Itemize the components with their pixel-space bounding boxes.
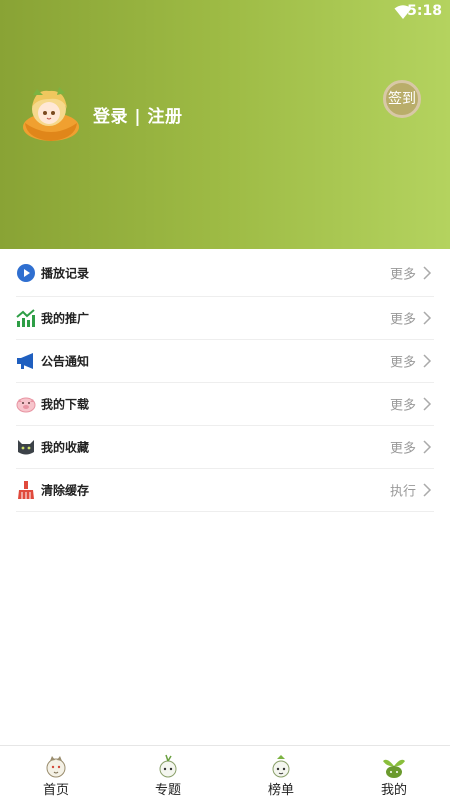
menu-item-label: 清除缓存 [41,483,90,498]
topic-mascot-icon [159,754,177,778]
menu-item-clear-cache[interactable]: 清除缓存 执行 [16,469,434,512]
chevron-right-icon [423,265,432,280]
menu-item-action[interactable]: 更多 [390,309,416,328]
menu-item-action[interactable]: 更多 [390,395,416,414]
avatar[interactable] [19,83,83,143]
menu-item-action[interactable]: 更多 [390,438,416,457]
menu-item-favorites[interactable]: 我的收藏 更多 [16,426,434,469]
status-bar: 5:18 [0,0,450,24]
chevron-right-icon [423,440,432,454]
chevron-right-icon [423,354,432,368]
menu-item-my-promotion[interactable]: 我的推广 更多 [16,297,434,340]
sprout-icon [383,759,405,778]
menu-item-label: 我的下载 [41,397,90,412]
cat-icon [18,440,34,455]
menu-item-action[interactable]: 更多 [390,352,416,371]
tab-label: 专题 [154,783,181,798]
tab-label: 榜单 [267,783,294,798]
broom-icon [18,481,34,499]
tab-topics[interactable]: 专题 [112,746,224,801]
menu-item-announcements[interactable]: 公告通知 更多 [16,340,434,383]
pig-icon [16,397,36,413]
profile-header: 5:18 登录 | 注册 签到 [0,0,450,249]
menu-item-label: 公告通知 [41,354,90,369]
menu-item-action[interactable]: 执行 [390,481,416,500]
menu-list: 播放记录 更多 我的推广 更多 公告通知 更多 我的下载 更多 我的收藏 更多 … [0,249,450,512]
tab-ranking[interactable]: 榜单 [225,746,337,801]
menu-item-label: 我的收藏 [41,440,90,455]
menu-item-label: 播放记录 [41,266,90,280]
tab-home[interactable]: 首页 [0,746,112,801]
chevron-right-icon [423,483,432,497]
tab-label: 首页 [42,783,69,798]
menu-item-downloads[interactable]: 我的下载 更多 [16,383,434,426]
chevron-right-icon [423,397,432,411]
home-mascot-icon [46,756,66,778]
menu-item-action[interactable]: 更多 [390,263,416,282]
ranking-mascot-icon [272,755,290,778]
megaphone-icon [17,353,33,369]
bottom-tab-bar: 首页 专题 榜单 我的 [0,745,450,801]
menu-item-label: 我的推广 [41,311,90,326]
tab-label: 我的 [380,783,407,798]
play-icon [17,263,35,282]
chart-icon [16,309,35,327]
checkin-button[interactable]: 签到 [383,80,421,118]
login-register-link[interactable]: 登录 | 注册 [93,102,183,127]
chevron-right-icon [423,311,432,325]
menu-item-play-history[interactable]: 播放记录 更多 [16,249,434,297]
status-time: 5:18 [407,3,442,19]
tab-mine[interactable]: 我的 [338,746,450,801]
